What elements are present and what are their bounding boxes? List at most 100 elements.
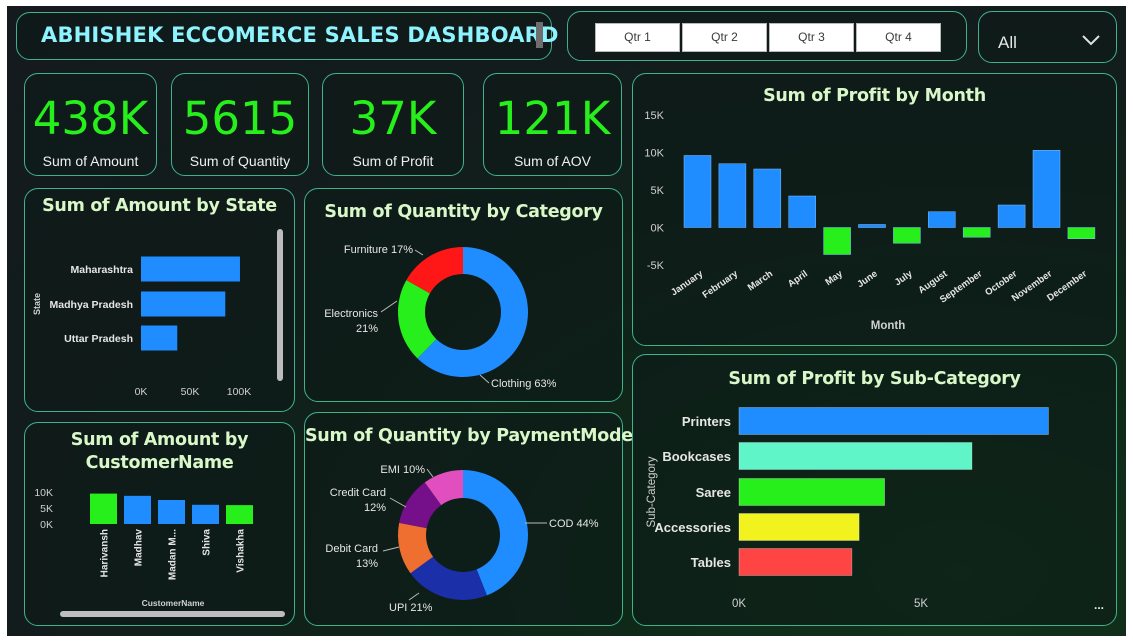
kpi-card-quantity: 5615 Sum of Quantity bbox=[171, 73, 309, 176]
quarter-button-q1[interactable]: Qtr 1 bbox=[595, 23, 680, 52]
x-axis-title: CustomerName bbox=[142, 598, 205, 608]
category-label: Saree bbox=[696, 485, 731, 500]
chart-profit-by-subcategory: Sum of Profit by Sub-Category Printers Bo… bbox=[632, 354, 1117, 626]
y-tick-label: -5K bbox=[647, 260, 665, 272]
y-tick-label: 5K bbox=[651, 185, 665, 197]
x-tick-label: 0K bbox=[135, 386, 148, 398]
category-label: December bbox=[1045, 268, 1089, 304]
customer-bar-chart: 10K 5K 0K Harivansh Madhav Madan M... Shiva Vis… bbox=[34, 487, 285, 617]
kpi-value: 5615 bbox=[182, 92, 298, 145]
bar-madhya-pradesh bbox=[141, 291, 226, 317]
chart-quantity-by-paymentmode: Sum of Quantity by PaymentMode COD 44% UP… bbox=[304, 412, 633, 626]
category-label: May bbox=[823, 268, 845, 288]
category-label: Uttar Pradesh bbox=[64, 333, 133, 345]
slice-label: EMI 10% bbox=[380, 464, 425, 476]
kpi-label: Sum of AOV bbox=[513, 153, 592, 169]
y-tick-label: 0K bbox=[40, 519, 53, 531]
category-label: Harivansh bbox=[100, 529, 111, 577]
bar-september bbox=[962, 227, 991, 238]
x-tick-label: 5K bbox=[914, 598, 928, 610]
month-bar-chart: 15K 10K 5K 0K -5K JanuaryFebruary March April Ma… bbox=[644, 110, 1096, 332]
category-label: Madan M... bbox=[168, 529, 179, 580]
bar-harivansh bbox=[90, 493, 117, 524]
state-bar-chart: Maharashtra Madhya Pradesh Uttar Pradesh 0K… bbox=[32, 229, 283, 398]
vertical-scrollbar[interactable] bbox=[277, 229, 283, 381]
x-tick-label: 100K bbox=[227, 386, 252, 398]
chart-amount-by-state: Sum of Amount by State Maharashtra Madhya… bbox=[24, 188, 295, 412]
quarter-slicer: Qtr 1 Qtr 2 Qtr 3 Qtr 4 bbox=[567, 11, 967, 61]
bar-october bbox=[997, 204, 1026, 228]
category-label: Maharashtra bbox=[71, 264, 134, 276]
kpi-label: Sum of Quantity bbox=[189, 153, 291, 169]
category-label: Madhav bbox=[134, 529, 145, 567]
y-axis-title: Sub-Category bbox=[646, 456, 658, 527]
category-label: Madhya Pradesh bbox=[50, 299, 133, 311]
bar-december bbox=[1067, 227, 1096, 239]
category-label: Tables bbox=[691, 555, 731, 570]
bar-august bbox=[928, 211, 956, 228]
kpi-label: Sum of Profit bbox=[352, 153, 434, 169]
bar-april bbox=[788, 195, 816, 228]
bar-november bbox=[1032, 150, 1061, 228]
bar-shiva bbox=[192, 504, 219, 524]
y-tick-label: 10K bbox=[644, 148, 664, 160]
leader-line bbox=[426, 468, 434, 478]
x-tick-label: 50K bbox=[181, 386, 200, 398]
paymentmode-donut-chart: COD 44% UPI 21% Debit Card 13% Credit Card 12… bbox=[325, 464, 599, 614]
category-label: July bbox=[893, 268, 915, 288]
quarter-button-q3[interactable]: Qtr 3 bbox=[769, 23, 854, 52]
kpi-card-amount: 438K Sum of Amount bbox=[24, 73, 157, 176]
kpi-value: 37K bbox=[349, 92, 437, 145]
leader-line bbox=[382, 546, 400, 552]
slice-label: Furniture 17% bbox=[344, 244, 413, 256]
category-label: February bbox=[701, 268, 741, 301]
bar-tables bbox=[738, 548, 853, 576]
quarter-button-q2[interactable]: Qtr 2 bbox=[682, 23, 767, 52]
slice-label: COD 44% bbox=[549, 518, 599, 530]
kpi-label: Sum of Amount bbox=[42, 153, 139, 169]
bar-maharashtra bbox=[141, 256, 240, 282]
bar-july bbox=[893, 227, 921, 244]
category-donut-chart: Clothing 63% Electronics 21% Furniture 17% bbox=[324, 244, 556, 390]
leader-line bbox=[479, 374, 490, 384]
category-label: Bookcases bbox=[662, 449, 731, 464]
kpi-value: 121K bbox=[494, 92, 611, 145]
bar-uttar-pradesh bbox=[141, 325, 178, 351]
leader-line bbox=[408, 592, 420, 601]
bar-february bbox=[718, 163, 747, 228]
bar-bookcases bbox=[738, 442, 973, 470]
slice-label: Debit Card 13% bbox=[325, 543, 378, 570]
kpi-card-profit: 37K Sum of Profit bbox=[322, 73, 464, 176]
bar-printers bbox=[738, 407, 1049, 435]
category-label: Accessories bbox=[654, 520, 731, 535]
kpi-value: 438K bbox=[32, 92, 149, 145]
bar-accessories bbox=[738, 513, 860, 541]
leader-line bbox=[380, 300, 398, 313]
subcategory-bar-chart: Printers Bookcases Saree Accessories Tables 0… bbox=[646, 407, 1104, 612]
category-label: June bbox=[855, 268, 879, 290]
slice-label: UPI 21% bbox=[389, 602, 433, 614]
title-scrollbar[interactable] bbox=[536, 22, 543, 48]
chart-quantity-by-category: Sum of Quantity by Category Clothing 63%… bbox=[304, 188, 623, 402]
y-tick-label: 10K bbox=[34, 487, 53, 499]
category-label: Shiva bbox=[202, 529, 213, 556]
quarter-button-q4[interactable]: Qtr 4 bbox=[856, 23, 941, 52]
x-tick-label: 0K bbox=[732, 598, 746, 610]
title-banner: ABHISHEK ECCOMERCE SALES DASHBOARD bbox=[16, 12, 558, 60]
category-label: April bbox=[786, 268, 810, 289]
bar-vishakha bbox=[226, 505, 253, 524]
bar-january bbox=[683, 155, 712, 228]
slice-label: Credit Card 12% bbox=[330, 487, 386, 514]
leader-line bbox=[414, 249, 424, 256]
filter-dropdown[interactable]: All bbox=[978, 11, 1117, 63]
bar-saree bbox=[738, 478, 886, 506]
dashboard-title: ABHISHEK ECCOMERCE SALES DASHBOARD bbox=[41, 23, 559, 47]
y-tick-label: 0K bbox=[651, 223, 665, 235]
more-options-icon[interactable]: ... bbox=[1094, 598, 1104, 612]
chart-profit-by-month: Sum of Profit by Month 15K 10K 5K 0K -5K Janu… bbox=[632, 73, 1117, 346]
y-tick-label: 15K bbox=[644, 110, 664, 122]
horizontal-scrollbar[interactable] bbox=[60, 611, 285, 617]
bar-june bbox=[858, 224, 886, 228]
bar-may bbox=[823, 227, 851, 255]
bar-march bbox=[753, 168, 782, 228]
